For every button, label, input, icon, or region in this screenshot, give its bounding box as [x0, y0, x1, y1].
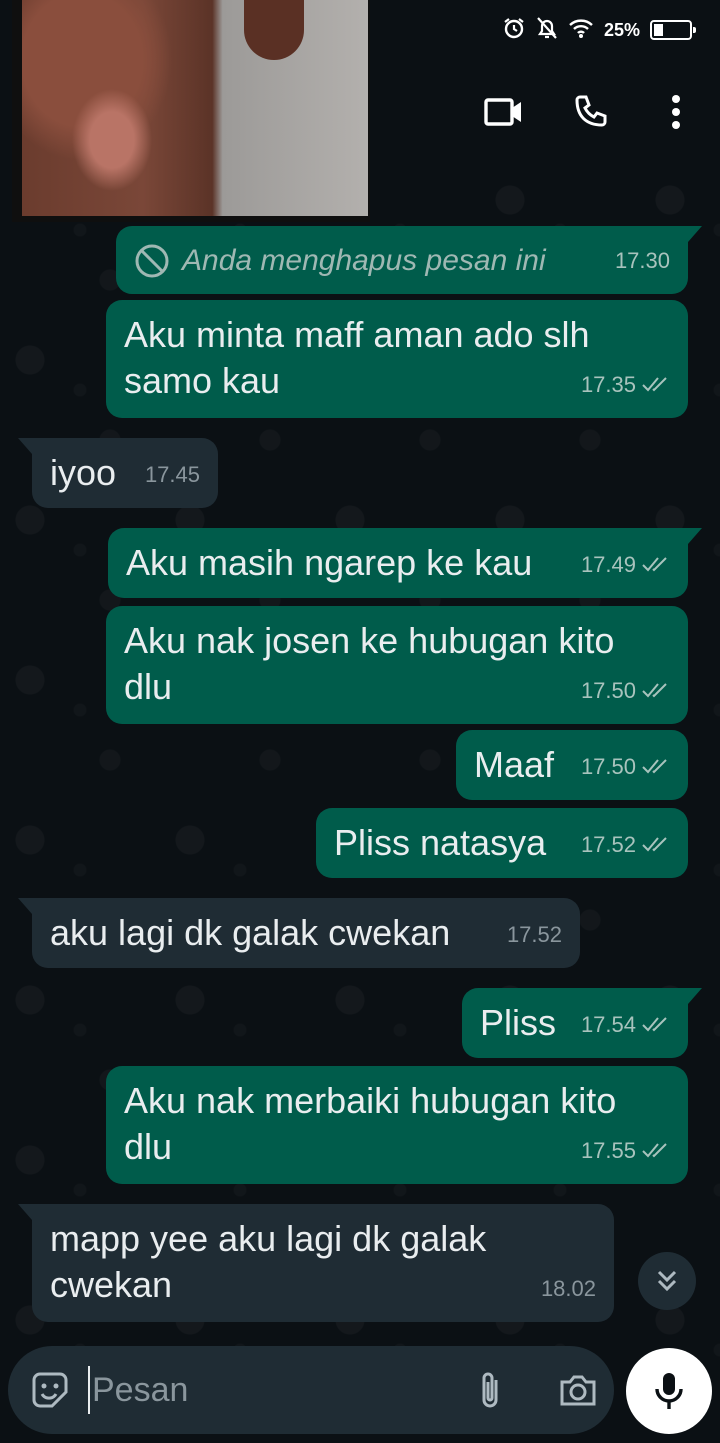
message-time: 17.35 [580, 372, 636, 397]
message-bubble-outgoing[interactable]: Aku masih ngarep ke kau 17.49 [108, 528, 702, 598]
message-time: 17.52 [580, 832, 636, 857]
message-time: 18.02 [540, 1276, 596, 1301]
attach-icon[interactable] [476, 1370, 506, 1417]
message-time: 17.50 [580, 678, 636, 703]
message-time: 17.45 [144, 462, 200, 487]
message-bubble-outgoing[interactable]: Aku nak josen ke hubugan kito dlu 17.50 [106, 606, 688, 724]
read-receipt-icon [642, 1128, 670, 1174]
message-bubble-outgoing[interactable]: Anda menghapus pesan ini 17.30 [116, 226, 702, 294]
microphone-icon [655, 1373, 683, 1409]
message-bubble-incoming[interactable]: mapp yee aku lagi dk galak cwekan 18.02 [18, 1204, 614, 1322]
contact-photo [22, 0, 368, 216]
message-bubble-incoming[interactable]: aku lagi dk galak cwekan 17.52 [18, 898, 580, 968]
read-receipt-icon [642, 542, 670, 588]
message-bubble-outgoing[interactable]: Maaf 17.50 [456, 730, 688, 800]
message-bubble-outgoing[interactable]: Aku nak merbaiki hubugan kito dlu 17.55 [106, 1066, 688, 1184]
message-text: Anda menghapus pesan ini [182, 244, 546, 277]
chevron-double-down-icon [657, 1270, 677, 1292]
read-receipt-icon [642, 822, 670, 868]
message-time: 17.49 [580, 552, 636, 577]
message-text: Aku minta maff aman ado slh samo kau [124, 314, 590, 401]
message-bubble-incoming[interactable]: iyoo 17.45 [18, 438, 218, 508]
message-time: 17.50 [580, 754, 636, 779]
message-time: 17.55 [580, 1138, 636, 1163]
read-receipt-icon [642, 668, 670, 714]
message-text: aku lagi dk galak cwekan [50, 912, 451, 953]
message-bubble-outgoing[interactable]: Pliss 17.54 [462, 988, 702, 1058]
message-text: mapp yee aku lagi dk galak cwekan [50, 1218, 487, 1305]
message-bubble-outgoing[interactable]: Aku minta maff aman ado slh samo kau 17.… [106, 300, 688, 418]
sticker-icon[interactable] [30, 1370, 70, 1415]
read-receipt-icon [642, 744, 670, 790]
read-receipt-icon [642, 1002, 670, 1048]
read-receipt-icon [642, 362, 670, 408]
message-input[interactable] [88, 1366, 448, 1414]
message-time: 17.54 [580, 1012, 636, 1037]
deleted-icon [135, 244, 169, 278]
message-time: 17.30 [614, 248, 670, 273]
contact-avatar[interactable] [12, 0, 370, 222]
message-time: 17.52 [506, 922, 562, 947]
scroll-to-bottom-button[interactable] [638, 1252, 696, 1310]
camera-icon[interactable] [558, 1372, 598, 1413]
message-composer [8, 1346, 614, 1434]
voice-message-button[interactable] [626, 1348, 712, 1434]
message-bubble-outgoing[interactable]: Pliss natasya 17.52 [316, 808, 688, 878]
